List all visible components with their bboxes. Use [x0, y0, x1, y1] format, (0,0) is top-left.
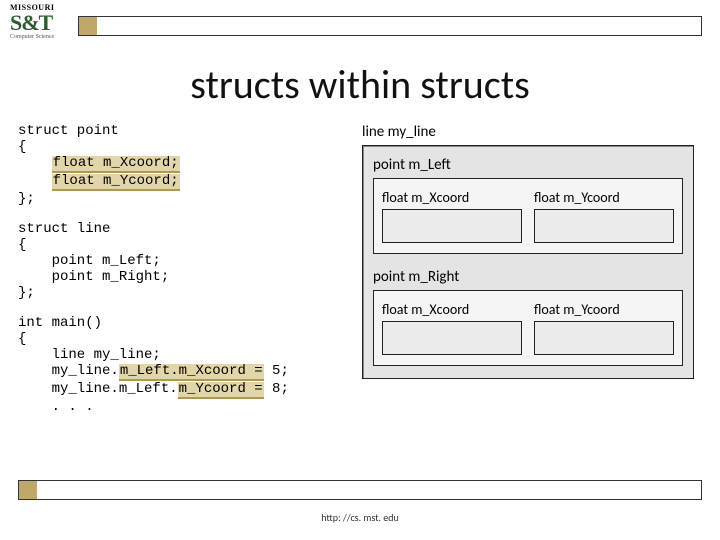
- memory-diagram: line my_line point m_Left float m_Xcoord…: [362, 123, 694, 379]
- diagram-slot: float m_Xcoord: [382, 301, 522, 355]
- code-line: struct line: [18, 221, 110, 237]
- code-line: line my_line;: [18, 347, 161, 363]
- diagram-outer-box: point m_Left float m_Xcoord float m_Ycoo…: [362, 145, 694, 379]
- code-line: . . .: [18, 399, 94, 415]
- logo-line2: S&T: [10, 12, 72, 34]
- header-accent-bar: [78, 16, 702, 36]
- diagram-slot-label: float m_Xcoord: [382, 189, 522, 206]
- diagram-value-box: [382, 209, 522, 243]
- diagram-point-label: point m_Right: [373, 268, 683, 286]
- code-text: my_line.m_Left.: [18, 381, 178, 397]
- diagram-slot: float m_Xcoord: [382, 189, 522, 243]
- diagram-slot: float m_Ycoord: [534, 189, 674, 243]
- code-line: {: [18, 331, 26, 347]
- diagram-slot-label: float m_Xcoord: [382, 301, 522, 318]
- code-highlight: m_Left.m_Xcoord =: [119, 364, 264, 381]
- footer-accent-bar: [18, 480, 702, 500]
- code-line: point m_Left;: [18, 253, 161, 269]
- diagram-point-box: float m_Xcoord float m_Ycoord: [373, 290, 683, 366]
- code-line: };: [18, 191, 35, 207]
- code-line: {: [18, 237, 26, 253]
- code-indent: [18, 155, 52, 171]
- diagram-value-box: [534, 321, 674, 355]
- diagram-value-box: [534, 209, 674, 243]
- logo-line3: Computer Science: [10, 34, 72, 40]
- footer-url: http: //cs. mst. edu: [0, 511, 720, 524]
- diagram-slot-label: float m_Ycoord: [534, 301, 674, 318]
- code-line: };: [18, 285, 35, 301]
- code-line: {: [18, 139, 26, 155]
- logo: MISSOURI S&T Computer Science: [10, 4, 72, 40]
- code-text: 5;: [264, 363, 289, 379]
- code-line: point m_Right;: [18, 269, 169, 285]
- code-line: int main(): [18, 315, 102, 331]
- code-text: my_line.: [18, 363, 119, 379]
- diagram-slot-label: float m_Ycoord: [534, 189, 674, 206]
- code-highlight: float m_Ycoord;: [52, 174, 180, 191]
- diagram-slot: float m_Ycoord: [534, 301, 674, 355]
- code-text: 8;: [264, 381, 289, 397]
- slide-title: structs within structs: [0, 60, 720, 109]
- diagram-outer-label: line my_line: [362, 123, 694, 141]
- diagram-point-box: float m_Xcoord float m_Ycoord: [373, 178, 683, 254]
- code-indent: [18, 173, 52, 189]
- diagram-point-label: point m_Left: [373, 156, 683, 174]
- code-line: struct point: [18, 123, 119, 139]
- code-highlight: m_Ycoord =: [178, 382, 264, 399]
- code-highlight: float m_Xcoord;: [52, 156, 180, 173]
- diagram-value-box: [382, 321, 522, 355]
